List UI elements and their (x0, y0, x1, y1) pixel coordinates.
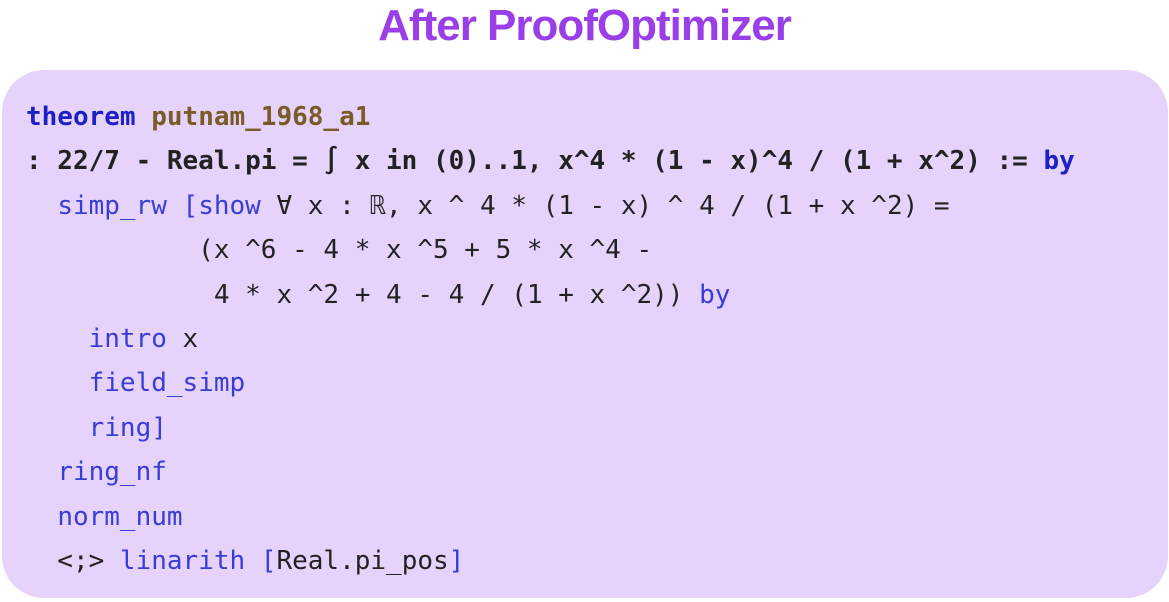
code-token-plain: 4 * x ^2 + 4 - 4 / (1 + x ^2)) (26, 280, 700, 310)
code-token-tactic: linarith [ (119, 546, 277, 576)
code-token-plain: (x ^6 - 4 * x ^5 + 5 * x ^4 - (26, 235, 653, 265)
code-line: : 22/7 - Real.pi = ∫ x in (0)..1, x^4 * … (26, 144, 1075, 178)
code-line: <;> linarith [Real.pi_pos] (26, 544, 464, 578)
code-token-tactic: field_simp (88, 368, 246, 398)
code-line: theorem putnam_1968_a1 (26, 100, 370, 134)
code-token-plain: Real.pi_pos (276, 546, 449, 576)
code-token-tactic: by (699, 280, 731, 310)
code-line: intro x (26, 322, 199, 356)
code-line: field_simp (26, 366, 246, 400)
code-line: 4 * x ^2 + 4 - 4 / (1 + x ^2)) by (26, 278, 731, 312)
code-line: simp_rw [show ∀ x : ℝ, x ^ 4 * (1 - x) ^… (26, 189, 950, 223)
code-token-plain: : 22/7 - Real.pi = ∫ x in (0)..1, x^4 * … (26, 146, 1044, 176)
code-token-name: putnam_1968_a1 (151, 102, 371, 132)
code-token-keyword: theorem (26, 102, 136, 132)
code-token-plain: x (166, 324, 199, 354)
code-line: ring_nf (26, 455, 167, 489)
code-line: norm_num (26, 500, 183, 534)
code-token-tactic: ring_nf (57, 457, 167, 487)
code-token-tactic: intro (88, 324, 167, 354)
code-token-tactic: simp_rw [show (57, 191, 261, 221)
code-line: (x ^6 - 4 * x ^5 + 5 * x ^4 - (26, 233, 652, 267)
code-line: ring] (26, 411, 167, 445)
code-token-keyword: by (1043, 146, 1075, 176)
code-panel: theorem putnam_1968_a1 : 22/7 - Real.pi =… (2, 70, 1168, 598)
code-token-tactic: ring] (88, 413, 167, 443)
code-token-plain: <;> (26, 546, 120, 576)
page-title: After ProofOptimizer (378, 1, 792, 50)
code-token-tactic: norm_num (57, 502, 183, 532)
code-token-plain: ∀ x : ℝ, x ^ 4 * (1 - x) ^ 4 / (1 + x ^2… (260, 191, 950, 221)
code-token-tactic: ] (448, 546, 465, 576)
